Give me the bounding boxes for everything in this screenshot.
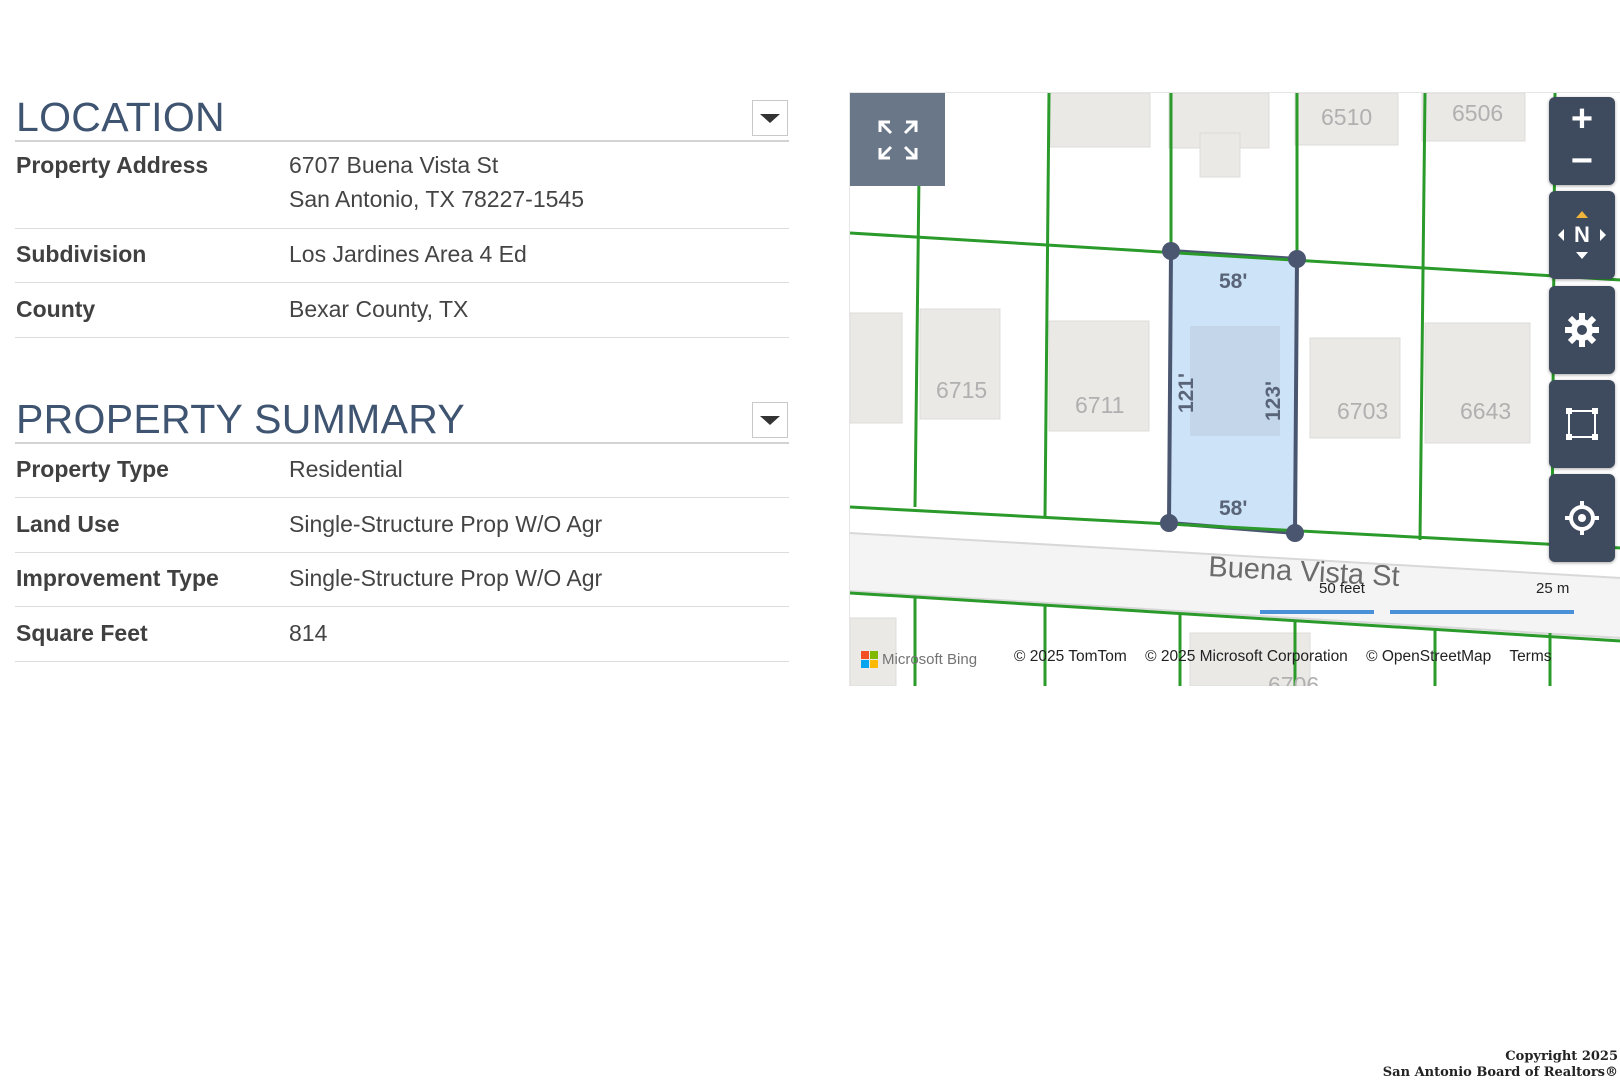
caret-down-icon bbox=[760, 415, 780, 425]
summary-title: PROPERTY SUMMARY bbox=[16, 396, 466, 442]
compass-north-label: N bbox=[1574, 222, 1590, 247]
copyright-notice: Copyright 2025 San Antonio Board of Real… bbox=[1383, 1049, 1618, 1081]
attribution-tomtom: © 2025 TomTom bbox=[1014, 648, 1127, 665]
copyright-line-1: Copyright 2025 bbox=[1505, 1049, 1618, 1064]
scale-imperial-bar bbox=[1260, 610, 1374, 614]
address-line-2: San Antonio, TX 78227-1545 bbox=[289, 186, 584, 212]
lot-label: 6643 bbox=[1460, 398, 1511, 424]
gear-icon bbox=[1565, 313, 1599, 347]
location-title: LOCATION bbox=[16, 94, 225, 140]
scale-imperial-label: 50 feet bbox=[1319, 580, 1365, 597]
lot-label: 6706 bbox=[1268, 672, 1319, 686]
lot-label: 6703 bbox=[1337, 398, 1388, 424]
map-canvas: 6510 6506 6715 6711 6703 6643 6706 58' 5… bbox=[850, 93, 1620, 686]
lot-label: 6711 bbox=[1075, 392, 1124, 418]
compass-control[interactable]: N bbox=[1549, 191, 1615, 279]
location-collapse-button[interactable] bbox=[752, 100, 788, 136]
land-use-value: Single-Structure Prop W/O Agr bbox=[289, 511, 603, 537]
improvement-type-label: Improvement Type bbox=[16, 565, 219, 591]
subdivision-value: Los Jardines Area 4 Ed bbox=[289, 241, 527, 267]
subdivision-label: Subdivision bbox=[16, 241, 147, 267]
location-header: LOCATION bbox=[15, 94, 789, 142]
property-address-row: Property Address 6707 Buena Vista St San… bbox=[15, 142, 789, 229]
county-value: Bexar County, TX bbox=[289, 296, 469, 322]
summary-header: PROPERTY SUMMARY bbox=[15, 396, 789, 444]
property-summary-section: PROPERTY SUMMARY Property Type Residenti… bbox=[15, 396, 789, 662]
copyright-line-2: San Antonio Board of Realtors® bbox=[1382, 1065, 1618, 1080]
select-area-button[interactable] bbox=[1549, 380, 1615, 468]
square-feet-row: Square Feet 814 bbox=[15, 607, 789, 662]
bing-logo-text: Microsoft Bing bbox=[882, 651, 978, 668]
county-label: County bbox=[16, 296, 96, 322]
parcel-map[interactable]: 6510 6506 6715 6711 6703 6643 6706 58' 5… bbox=[849, 92, 1620, 686]
lot-label: 6510 bbox=[1321, 104, 1372, 130]
scale-metric-label: 25 m bbox=[1536, 580, 1570, 597]
map-attribution: © 2025 TomTom © 2025 Microsoft Corporati… bbox=[1014, 648, 1566, 666]
land-use-label: Land Use bbox=[16, 511, 120, 537]
map-settings-button[interactable] bbox=[1549, 286, 1615, 374]
location-section: LOCATION Property Address 6707 Buena Vis… bbox=[15, 94, 789, 338]
attribution-osm: © OpenStreetMap bbox=[1366, 648, 1492, 665]
microsoft-logo-icon bbox=[861, 651, 878, 668]
lot-label: 6506 bbox=[1452, 100, 1503, 126]
address-line-1: 6707 Buena Vista St bbox=[289, 152, 499, 178]
caret-down-icon bbox=[760, 113, 780, 123]
square-feet-value: 814 bbox=[289, 620, 328, 646]
property-type-row: Property Type Residential bbox=[15, 444, 789, 498]
scale-metric-bar bbox=[1390, 610, 1574, 614]
square-feet-label: Square Feet bbox=[16, 620, 148, 646]
county-row: County Bexar County, TX bbox=[15, 283, 789, 338]
bing-logo: Microsoft Bing bbox=[861, 651, 977, 668]
street-band bbox=[850, 533, 1620, 638]
dimension-right: 123' bbox=[1262, 381, 1285, 421]
property-type-label: Property Type bbox=[16, 456, 169, 482]
terms-link[interactable]: Terms bbox=[1509, 648, 1551, 665]
attribution-microsoft: © 2025 Microsoft Corporation bbox=[1145, 648, 1348, 665]
zoom-in-button[interactable]: + bbox=[1571, 99, 1593, 141]
expand-icon bbox=[878, 120, 917, 159]
subdivision-row: Subdivision Los Jardines Area 4 Ed bbox=[15, 229, 789, 283]
dimension-left: 121' bbox=[1175, 373, 1198, 413]
property-address-value: 6707 Buena Vista St San Antonio, TX 7822… bbox=[289, 148, 584, 216]
crosshair-icon bbox=[1565, 501, 1599, 535]
improvement-type-row: Improvement Type Single-Structure Prop W… bbox=[15, 553, 789, 607]
dimension-top: 58' bbox=[1219, 270, 1247, 293]
summary-collapse-button[interactable] bbox=[752, 402, 788, 438]
property-address-label: Property Address bbox=[16, 152, 209, 178]
zoom-control: + − bbox=[1549, 97, 1615, 185]
property-type-value: Residential bbox=[289, 456, 403, 482]
fullscreen-button[interactable] bbox=[850, 93, 945, 186]
select-box-icon bbox=[1566, 408, 1598, 440]
lot-label: 6715 bbox=[936, 377, 987, 403]
zoom-out-button[interactable]: − bbox=[1571, 141, 1593, 183]
locate-button[interactable] bbox=[1549, 474, 1615, 562]
dimension-bottom: 58' bbox=[1219, 497, 1247, 520]
improvement-type-value: Single-Structure Prop W/O Agr bbox=[289, 565, 603, 591]
land-use-row: Land Use Single-Structure Prop W/O Agr bbox=[15, 498, 789, 553]
